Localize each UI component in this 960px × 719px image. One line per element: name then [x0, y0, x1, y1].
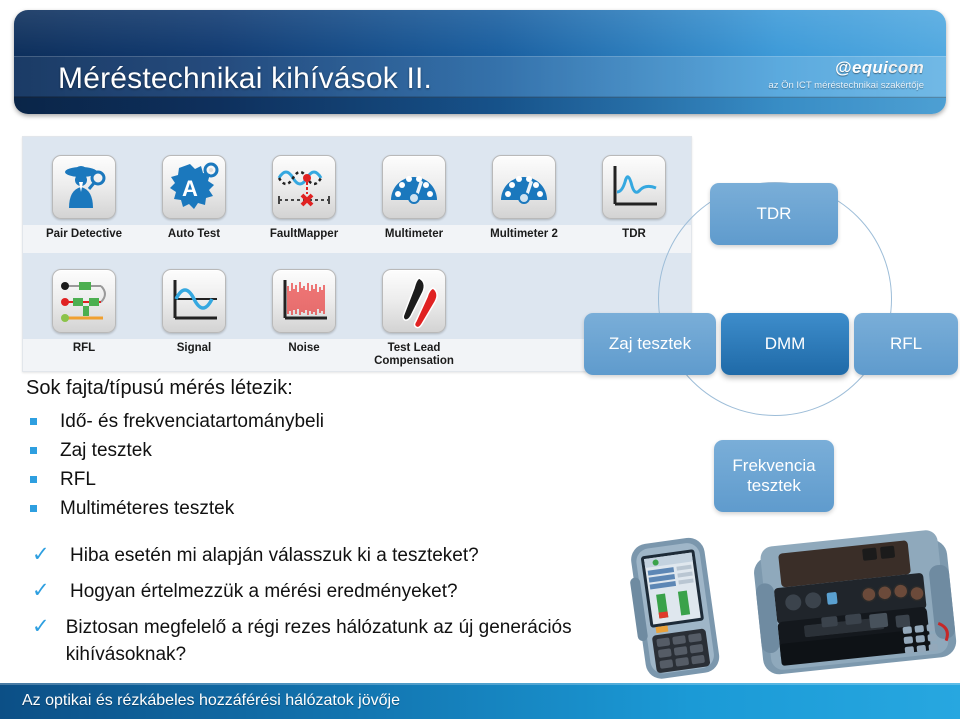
bullet-text: RFL — [60, 469, 96, 490]
benchtop-tester-photo — [754, 530, 957, 675]
handheld-tester-photo — [630, 537, 720, 679]
bullet-square-icon — [26, 494, 60, 512]
sine-wave-icon — [162, 269, 226, 333]
bullet-text: Multiméteres tesztek — [60, 498, 235, 519]
check-icon: ✓ — [32, 543, 50, 566]
question-text: Biztosan megfelelő a régi rezes hálózatu… — [65, 617, 572, 665]
diagram-node-dmm[interactable]: DMM — [721, 313, 849, 375]
bullet-square-icon — [26, 407, 60, 425]
diagram-node-frekvencia-line1: Frekvencia — [732, 456, 816, 475]
page-title: Méréstechnikai kihívások II. — [58, 62, 433, 95]
svg-text:A: A — [182, 176, 198, 201]
toolbar-item-multimeter[interactable] — [359, 155, 469, 225]
list-item: Idő- és frekvenciatartománybeli — [26, 407, 324, 436]
slide: Méréstechnikai kihívások II. @equicom az… — [0, 0, 960, 719]
toolbar-label-signal: Signal — [176, 342, 212, 354]
toolbar-item-noise[interactable] — [249, 269, 359, 339]
toolbar-label-multimeter-2: Multimeter 2 — [490, 228, 558, 240]
toolbar-label-rfl: RFL — [72, 342, 96, 354]
gauge-icon — [492, 155, 556, 219]
header-gloss — [14, 10, 946, 56]
auto-test-icon: A — [162, 155, 226, 219]
check-icon: ✓ — [32, 579, 50, 602]
question-text: Hogyan értelmezzük a mérési eredményeket… — [70, 581, 458, 602]
diagram-node-tdr[interactable]: TDR — [710, 183, 838, 245]
fault-mapper-icon — [272, 155, 336, 219]
logo-wordmark: @equicom — [768, 58, 924, 77]
gauge-icon — [382, 155, 446, 219]
list-item: ✓ Hiba esetén mi alapján válasszuk ki a … — [26, 542, 626, 569]
toolbar-item-multimeter-2[interactable] — [469, 155, 579, 225]
content-lead: Sok fajta/típusú mérés létezik: — [26, 377, 293, 399]
diagram-node-frekvencia-tesztek[interactable]: Frekvencia tesztek — [714, 440, 834, 512]
toolbar-label-multimeter: Multimeter — [384, 228, 444, 240]
question-list: ✓ Hiba esetén mi alapján válasszuk ki a … — [26, 542, 626, 677]
noise-waveform-icon — [272, 269, 336, 333]
list-item: ✓ Biztosan megfelelő a régi rezes hálóza… — [26, 614, 626, 668]
toolbar-item-rfl[interactable] — [29, 269, 139, 339]
toolbar-label-noise: Noise — [288, 342, 320, 354]
test-probes-icon — [382, 269, 446, 333]
logo-tagline: az Ön ICT méréstechnikai szakértője — [768, 80, 924, 91]
diagram-node-frekvencia-line2: tesztek — [747, 476, 801, 495]
list-item: ✓ Hogyan értelmezzük a mérési eredmények… — [26, 578, 626, 605]
list-item: Multiméteres tesztek — [26, 494, 324, 523]
detective-icon — [52, 155, 116, 219]
question-text: Hiba esetén mi alapján válasszuk ki a te… — [70, 545, 479, 566]
bullet-list: Idő- és frekvenciatartománybeli Zaj tesz… — [26, 407, 324, 523]
check-icon: ✓ — [32, 615, 50, 638]
list-item: Zaj tesztek — [26, 436, 324, 465]
toolbar-item-faultmapper[interactable] — [249, 155, 359, 225]
equicom-logo: @equicom az Ön ICT méréstechnikai szakér… — [768, 58, 924, 91]
toolbar-label-faultmapper: FaultMapper — [269, 228, 339, 240]
rfl-wiring-icon — [52, 269, 116, 333]
at-icon: @ — [835, 58, 852, 77]
bullet-text: Zaj tesztek — [60, 440, 152, 461]
footer-divider — [0, 683, 960, 685]
diagram-node-rfl[interactable]: RFL — [854, 313, 958, 375]
toolbar-item-test-lead-compensation[interactable] — [359, 269, 469, 339]
logo-com: com — [888, 58, 924, 77]
toolbar-item-pair-detective[interactable] — [29, 155, 139, 225]
toolbar-item-auto-test[interactable]: A — [139, 155, 249, 225]
bullet-square-icon — [26, 465, 60, 483]
slide-header: Méréstechnikai kihívások II. @equicom az… — [14, 10, 946, 114]
slide-footer: Az optikai és rézkábeles hozzáférési hál… — [0, 683, 960, 719]
test-types-circle-diagram: TDR Zaj tesztek DMM RFL Frekvencia teszt… — [566, 150, 960, 540]
list-item: RFL — [26, 465, 324, 494]
toolbar-label-pair-detective: Pair Detective — [45, 228, 123, 240]
diagram-node-zaj-tesztek[interactable]: Zaj tesztek — [584, 313, 716, 375]
device-photos — [612, 528, 960, 686]
logo-equi: equi — [851, 58, 889, 77]
toolbar-label-test-lead-compensation: Test Lead Compensation — [374, 342, 454, 367]
bullet-text: Idő- és frekvenciatartománybeli — [60, 411, 325, 432]
toolbar-label-auto-test: Auto Test — [167, 228, 221, 240]
toolbar-item-signal[interactable] — [139, 269, 249, 339]
footer-text: Az optikai és rézkábeles hozzáférési hál… — [22, 692, 400, 709]
bullet-square-icon — [26, 436, 60, 454]
